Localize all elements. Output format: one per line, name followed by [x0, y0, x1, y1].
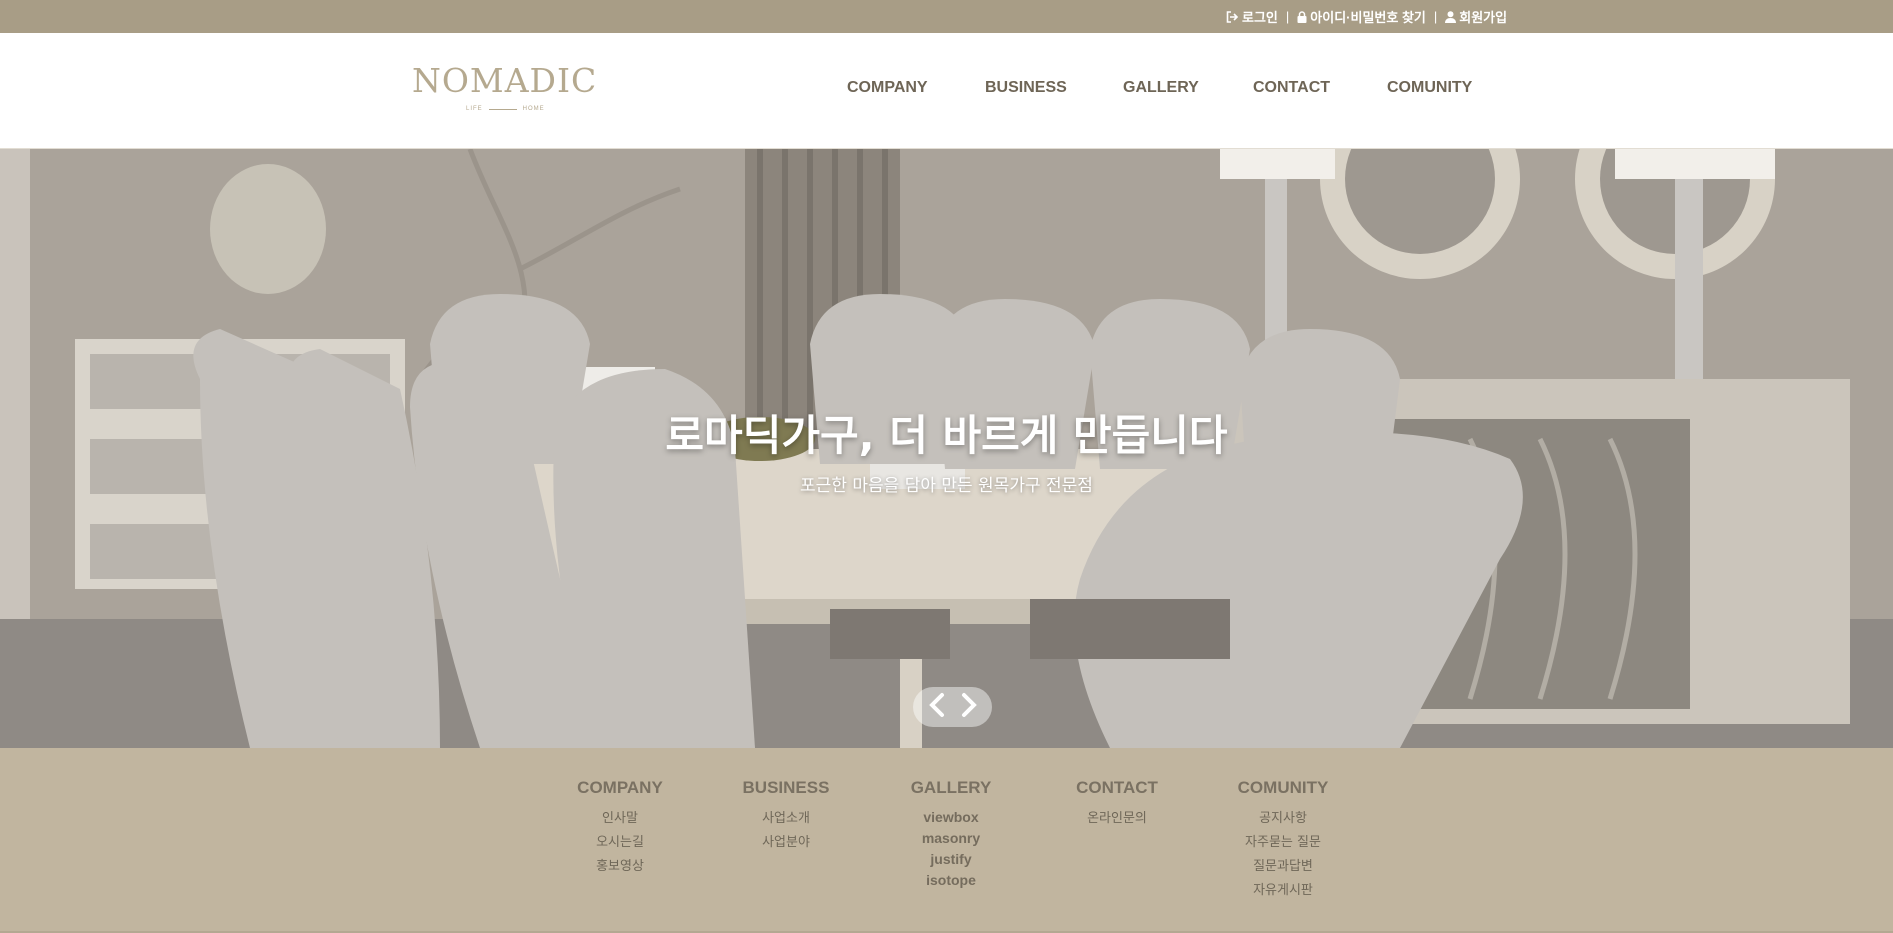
sitemap-link[interactable]: 사업소개 [706, 807, 866, 831]
sitemap-column-business: BUSINESS 사업소개 사업분야 [706, 778, 866, 855]
chevron-right-icon [961, 692, 977, 717]
slider-arrows [913, 687, 992, 727]
separator: | [1433, 9, 1438, 24]
utility-links: 로그인 | 아이디·비밀번호 찾기 | 회원가입 [1226, 0, 1507, 33]
sitemap-link[interactable]: isotope [871, 870, 1031, 891]
sitemap-link[interactable]: masonry [871, 828, 1031, 849]
nav-contact[interactable]: CONTACT [1253, 79, 1330, 97]
sitemap-heading[interactable]: GALLERY [871, 778, 1031, 798]
sitemap-link[interactable]: 사업분야 [706, 831, 866, 855]
next-slide-button[interactable] [960, 692, 978, 723]
lock-icon [1297, 10, 1307, 23]
sitemap-link[interactable]: 홍보영상 [540, 855, 700, 879]
login-label: 로그인 [1242, 10, 1278, 25]
logo-tagline-left: LIFE [466, 106, 483, 112]
sitemap-heading[interactable]: COMPANY [540, 778, 700, 798]
sitemap-heading[interactable]: COMUNITY [1203, 778, 1363, 798]
nav-comunity[interactable]: COMUNITY [1387, 79, 1472, 97]
sitemap-link[interactable]: 공지사항 [1203, 807, 1363, 831]
site-header: NOMADIC LIFE HOME COMPANY BUSINESS GALLE… [0, 33, 1893, 149]
logo-tagline-line [488, 108, 517, 110]
sitemap-link[interactable]: 온라인문의 [1037, 807, 1197, 831]
sitemap-column-company: COMPANY 인사말 오시는길 홍보영상 [540, 778, 700, 879]
nav-business[interactable]: BUSINESS [985, 79, 1067, 97]
footer-sitemap: COMPANY 인사말 오시는길 홍보영상 BUSINESS 사업소개 사업분야… [0, 748, 1893, 933]
login-link[interactable]: 로그인 [1226, 7, 1278, 26]
logo-tagline-right: HOME [522, 106, 545, 112]
find-account-link[interactable]: 아이디·비밀번호 찾기 [1297, 7, 1426, 26]
sitemap-heading[interactable]: BUSINESS [706, 778, 866, 798]
sitemap-link[interactable]: 인사말 [540, 807, 700, 831]
logo-tagline: LIFE HOME [466, 106, 545, 112]
sitemap-heading[interactable]: CONTACT [1037, 778, 1197, 798]
join-label: 회원가입 [1459, 10, 1508, 25]
chevron-left-icon [928, 692, 944, 717]
login-icon [1226, 10, 1239, 23]
sitemap-link[interactable]: 오시는길 [540, 831, 700, 855]
sitemap-link[interactable]: 자주묻는 질문 [1203, 831, 1363, 855]
site-logo[interactable]: NOMADIC LIFE HOME [412, 61, 597, 121]
prev-slide-button[interactable] [928, 692, 946, 723]
sitemap-link[interactable]: 질문과답변 [1203, 855, 1363, 879]
join-link[interactable]: 회원가입 [1445, 7, 1507, 26]
hero-slider: 로마딕가구, 더 바르게 만듭니다 포근한 마음을 담아 만든 원목가구 전문점 [0, 149, 1893, 748]
sitemap-column-gallery: GALLERY viewbox masonry justify isotope [871, 778, 1031, 891]
user-icon [1445, 10, 1457, 23]
separator: | [1285, 9, 1290, 24]
sitemap-column-contact: CONTACT 온라인문의 [1037, 778, 1197, 831]
sitemap-link[interactable]: 자유게시판 [1203, 879, 1363, 903]
logo-wordmark: NOMADIC [412, 61, 598, 100]
top-utility-bar: 로그인 | 아이디·비밀번호 찾기 | 회원가입 [0, 0, 1893, 33]
find-account-label: 아이디·비밀번호 찾기 [1310, 10, 1426, 25]
nav-company[interactable]: COMPANY [847, 79, 928, 97]
hero-title: 로마딕가구, 더 바르게 만듭니다 [665, 411, 1228, 460]
nav-gallery[interactable]: GALLERY [1123, 79, 1199, 97]
sitemap-column-comunity: COMUNITY 공지사항 자주묻는 질문 질문과답변 자유게시판 [1203, 778, 1363, 903]
sitemap-link[interactable]: justify [871, 849, 1031, 870]
sitemap-link[interactable]: viewbox [871, 807, 1031, 828]
hero-subtitle: 포근한 마음을 담아 만든 원목가구 전문점 [800, 476, 1093, 496]
